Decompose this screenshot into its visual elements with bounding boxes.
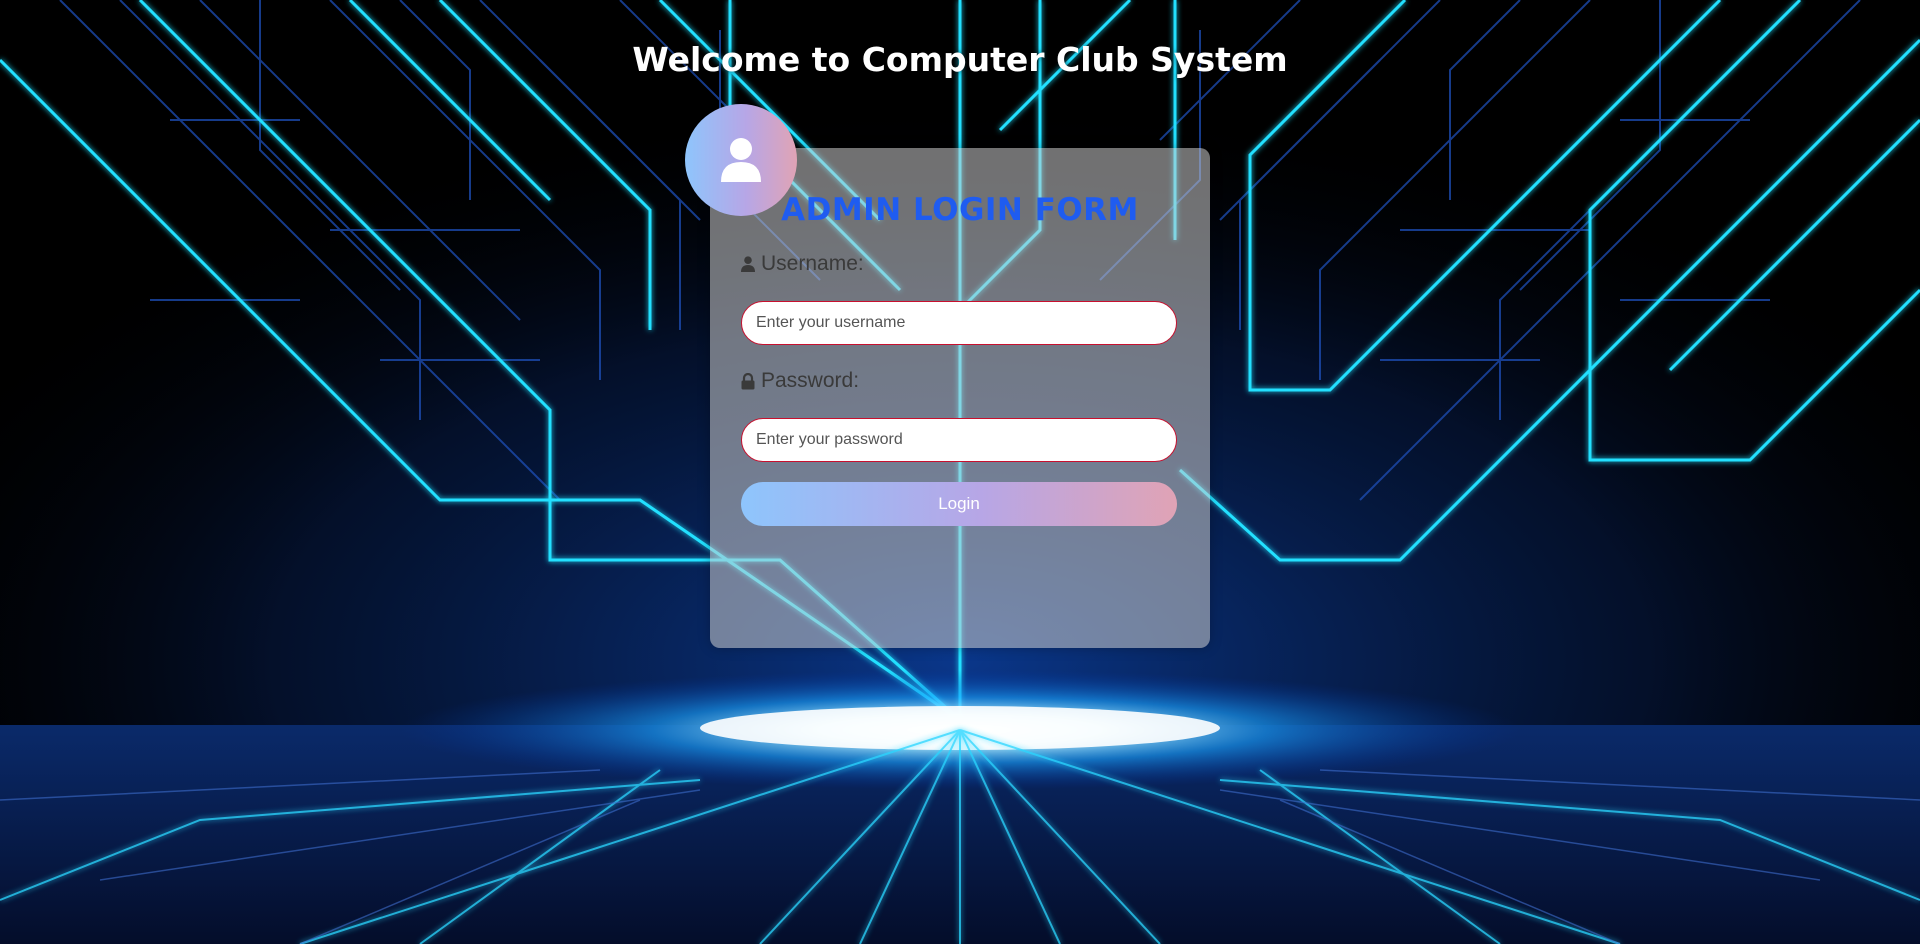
user-icon bbox=[741, 256, 755, 272]
login-button[interactable]: Login bbox=[741, 482, 1177, 526]
form-title: ADMIN LOGIN FORM bbox=[781, 192, 1139, 228]
lock-icon bbox=[741, 372, 755, 389]
password-label-row: Password: bbox=[741, 369, 859, 393]
username-label: Username: bbox=[761, 252, 864, 275]
user-icon bbox=[721, 138, 761, 182]
page-title: Welcome to Computer Club System bbox=[632, 40, 1288, 79]
password-label: Password: bbox=[761, 369, 860, 392]
password-input[interactable] bbox=[741, 418, 1177, 462]
username-input[interactable] bbox=[741, 301, 1177, 345]
username-label-row: Username: bbox=[741, 252, 864, 276]
